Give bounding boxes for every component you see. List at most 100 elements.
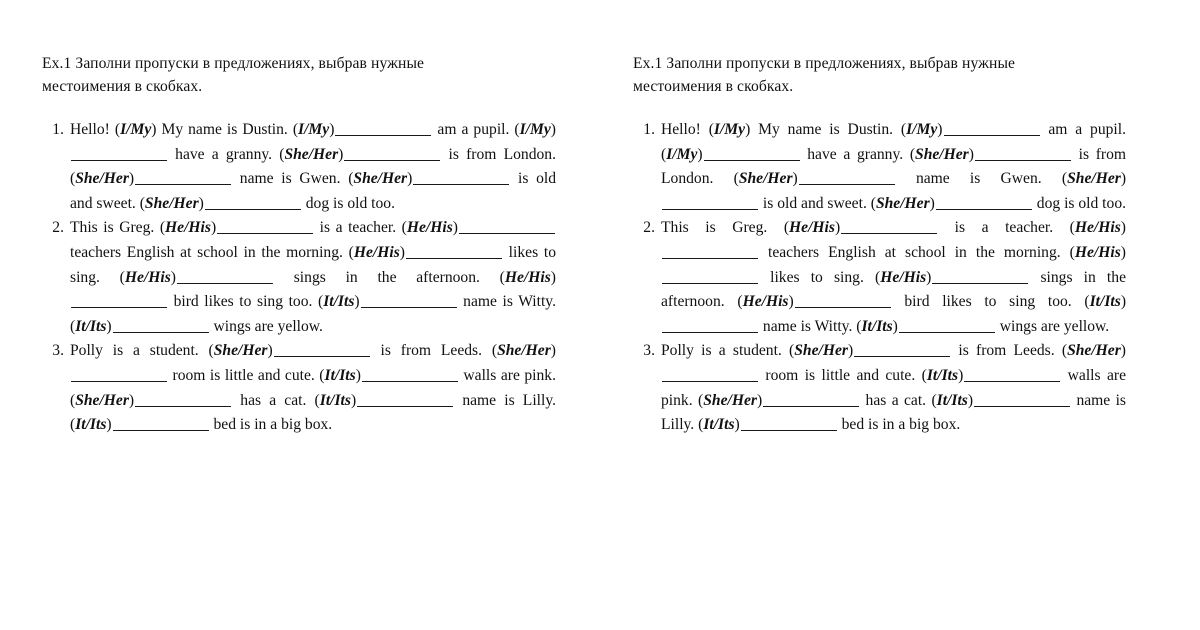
pronoun-option-pair: She/Her (144, 194, 199, 212)
sentence-text: name is Gwen. (232, 170, 349, 188)
close-paren: ) (399, 243, 405, 261)
answer-blank[interactable] (703, 159, 800, 161)
sentence-text: have a granny. (800, 145, 910, 163)
pronoun-option-pair: He/His (165, 219, 211, 237)
answer-blank[interactable] (898, 331, 995, 333)
pronoun-choice: (It/Its) (70, 416, 112, 433)
sentence-text: My name is Dustin. (750, 121, 901, 138)
answer-blank[interactable] (943, 135, 1040, 136)
answer-blank[interactable] (763, 405, 860, 407)
pronoun-option-pair: It/Its (703, 416, 735, 434)
pronoun-choice: (He/His) (1070, 219, 1126, 236)
sentence-text: am a pupil. (432, 121, 515, 138)
right-column: Ex.1 Заполни пропуски в предложениях, вы… (600, 52, 1200, 438)
sentence-text: is old and sweet. (759, 194, 871, 212)
answer-blank[interactable] (357, 405, 454, 407)
sentence-text: name is Lilly. (454, 391, 557, 409)
exercise-sentence: Polly is a student. (She/Her) is from Le… (70, 339, 556, 437)
pronoun-choice: (It/Its) (315, 392, 357, 409)
pronoun-option-pair: It/Its (323, 293, 355, 311)
answer-blank[interactable] (854, 356, 951, 358)
answer-blank[interactable] (204, 208, 301, 210)
answer-blank[interactable] (964, 380, 1061, 382)
answer-blank[interactable] (405, 257, 502, 259)
close-paren: ) (834, 219, 841, 237)
answer-blank[interactable] (798, 184, 895, 186)
pronoun-option-pair: He/His (504, 268, 551, 286)
pronoun-choice: (I/My) (293, 121, 335, 138)
answer-blank[interactable] (932, 282, 1029, 284)
sentence-text: wings are yellow. (995, 317, 1110, 335)
answer-blank[interactable] (176, 282, 273, 284)
pronoun-choice: (He/His) (737, 293, 793, 310)
pronoun-option-pair: It/Its (936, 391, 968, 409)
answer-blank[interactable] (344, 159, 441, 161)
sentence-text: room is little and cute. (168, 366, 320, 384)
answer-blank[interactable] (273, 356, 370, 358)
answer-blank[interactable] (360, 307, 457, 309)
answer-blank[interactable] (935, 208, 1032, 210)
pronoun-choice: (It/Its) (1084, 293, 1126, 310)
pronoun-option-pair: She/Her (497, 342, 551, 360)
close-paren: ) (967, 391, 974, 409)
exercise-sentence: Hello! (I/My) My name is Dustin. (I/My) … (661, 118, 1126, 216)
close-paren: ) (170, 268, 176, 286)
answer-blank[interactable] (71, 159, 167, 161)
close-paren: ) (734, 416, 740, 434)
answer-blank[interactable] (740, 430, 837, 432)
answer-blank[interactable] (794, 307, 891, 309)
pronoun-choice: (She/Her) (1062, 342, 1126, 359)
answer-blank[interactable] (974, 159, 1071, 161)
answer-blank[interactable] (335, 135, 432, 136)
pronoun-choice: (She/Her) (492, 342, 556, 359)
answer-blank[interactable] (135, 405, 232, 407)
answer-blank[interactable] (662, 257, 758, 259)
answer-blank[interactable] (974, 405, 1071, 407)
sentence-text: name is Witty. (457, 293, 556, 311)
pronoun-option-pair: I/My (298, 121, 330, 138)
pronoun-option-pair: I/My (120, 121, 152, 138)
close-paren: ) (128, 391, 135, 409)
sentence-text: walls are pink. (458, 366, 556, 384)
sentence-text: Polly is a student. (661, 342, 790, 360)
pronoun-option-pair: He/His (353, 243, 400, 261)
close-paren: ) (1120, 342, 1126, 360)
left-column: Ex.1 Заполни пропуски в предложениях, вы… (0, 52, 600, 438)
sentence-text: teachers English at school in the mornin… (759, 243, 1070, 261)
sentence-text: bird likes to sing too. (168, 293, 318, 311)
pronoun-option-pair: It/Its (861, 317, 893, 335)
pronoun-option-pair: She/Her (75, 391, 129, 409)
answer-blank[interactable] (841, 233, 938, 235)
answer-blank[interactable] (361, 380, 458, 382)
exercise-sentence: Polly is a student. (She/Her) is from Le… (661, 339, 1126, 437)
answer-blank[interactable] (459, 233, 555, 235)
answer-blank[interactable] (662, 208, 758, 210)
pronoun-choice: (She/Her) (209, 342, 273, 359)
sentence-text: bed is in a big box. (837, 416, 961, 434)
list-marker: 3. (643, 342, 655, 360)
answer-blank[interactable] (112, 331, 209, 333)
worksheet-columns: Ex.1 Заполни пропуски в предложениях, вы… (0, 0, 1200, 438)
answer-blank[interactable] (413, 184, 510, 186)
answer-blank[interactable] (71, 307, 167, 309)
answer-blank[interactable] (135, 184, 232, 186)
answer-blank[interactable] (112, 430, 209, 432)
pronoun-choice: (She/Her) (70, 170, 134, 187)
pronoun-choice: (He/His) (120, 269, 176, 286)
pronoun-choice: (She/Her) (1062, 170, 1126, 187)
answer-blank[interactable] (662, 331, 758, 333)
exercise-sentence: This is Greg. (He/His) is a teacher. (He… (661, 216, 1126, 339)
close-paren: ) (847, 342, 854, 360)
pronoun-option-pair: It/Its (75, 416, 107, 434)
answer-blank[interactable] (217, 233, 314, 235)
answer-blank[interactable] (662, 282, 758, 284)
pronoun-choice: (He/His) (784, 219, 840, 236)
exercise-item: 3. Polly is a student. (She/Her) is from … (633, 339, 1126, 437)
close-paren: ) (355, 366, 361, 384)
answer-blank[interactable] (662, 380, 758, 382)
close-paren: ) (210, 219, 217, 237)
pronoun-option-pair: She/Her (284, 145, 339, 163)
close-paren: ) (1120, 243, 1126, 261)
close-paren: ) (350, 391, 357, 409)
answer-blank[interactable] (71, 380, 167, 382)
